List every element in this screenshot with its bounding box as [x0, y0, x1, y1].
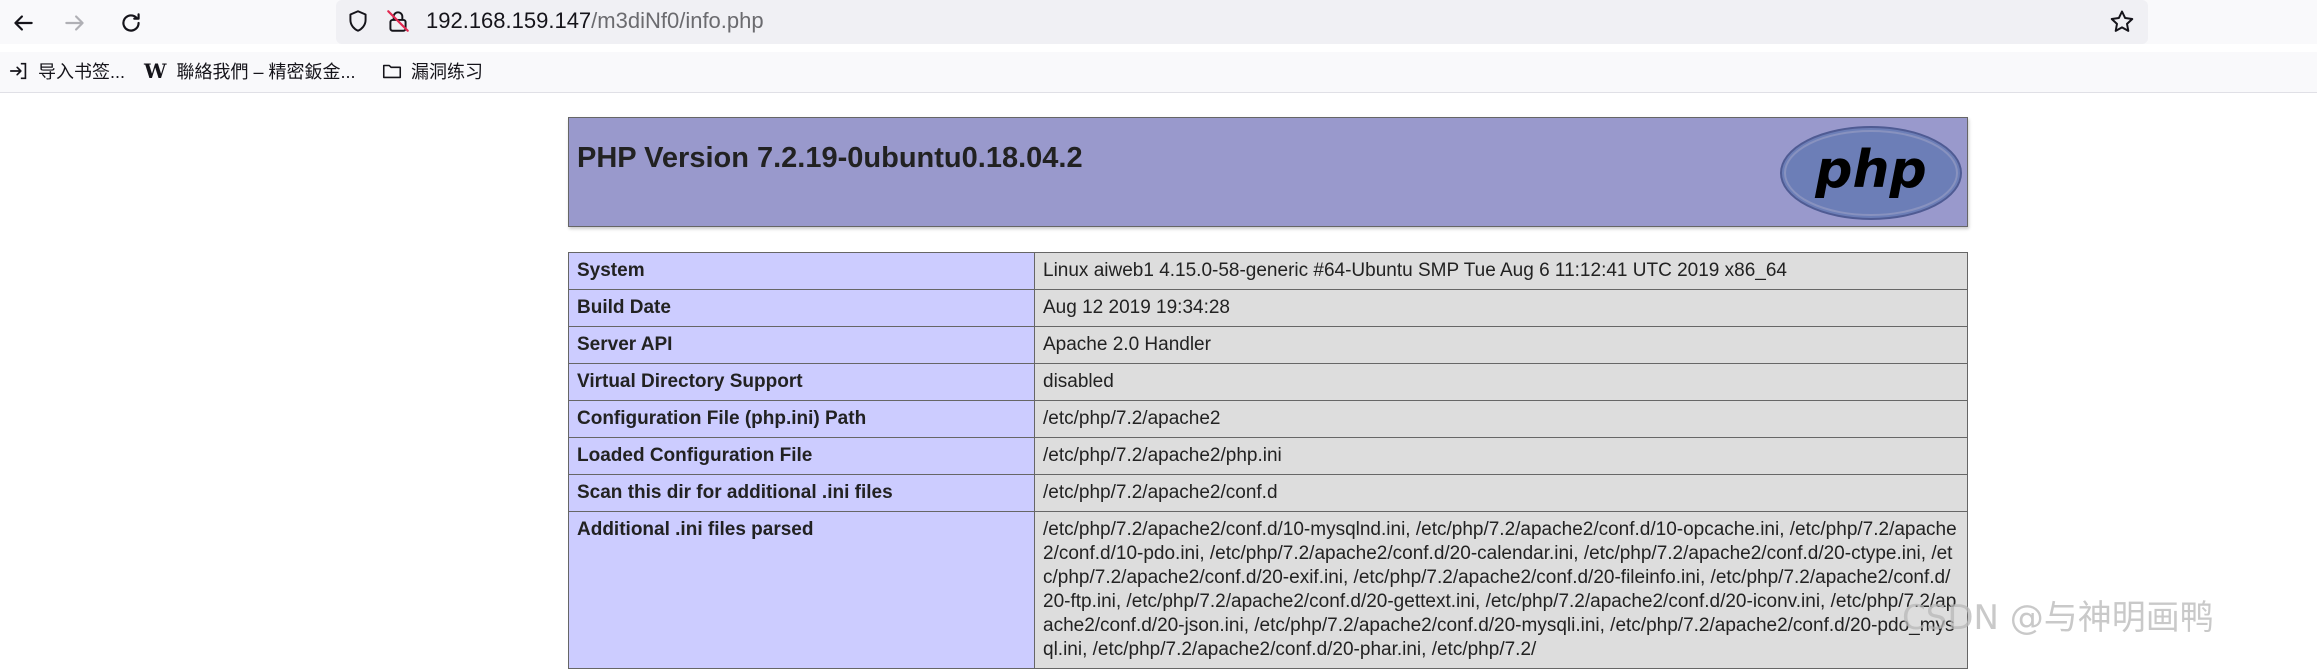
table-row: System Linux aiweb1 4.15.0-58-generic #6…: [568, 252, 1968, 290]
url-text[interactable]: 192.168.159.147/m3diNf0/info.php: [426, 7, 764, 35]
row-key: Loaded Configuration File: [568, 437, 1035, 475]
table-row: Scan this dir for additional .ini files …: [568, 474, 1968, 512]
reload-button[interactable]: [114, 6, 148, 40]
url-path: /m3diNf0/info.php: [591, 8, 764, 33]
row-key: System: [568, 252, 1035, 290]
bookmark-folder-vuln[interactable]: 漏洞练习: [381, 52, 483, 90]
php-version-header: PHP Version 7.2.19-0ubuntu0.18.04.2 php: [568, 117, 1968, 227]
row-key: Configuration File (php.ini) Path: [568, 400, 1035, 438]
php-logo[interactable]: php: [1778, 124, 1964, 222]
row-value: Aug 12 2019 19:34:28: [1034, 289, 1968, 327]
reload-icon: [122, 13, 140, 32]
table-row: Build Date Aug 12 2019 19:34:28: [568, 289, 1968, 327]
row-value: Apache 2.0 Handler: [1034, 326, 1968, 364]
browser-toolbar: 192.168.159.147/m3diNf0/info.php: [0, 0, 2317, 44]
back-button[interactable]: [6, 6, 40, 40]
arrow-left-icon: [14, 15, 33, 31]
bookmark-contact[interactable]: W 聯絡我們 – 精密鈑金...: [144, 52, 355, 90]
row-value: /etc/php/7.2/apache2: [1034, 400, 1968, 438]
csdn-watermark: CSDN @与神明画鸭: [1902, 598, 2214, 638]
shield-icon[interactable]: [345, 8, 371, 34]
row-key: Virtual Directory Support: [568, 363, 1035, 401]
row-key: Server API: [568, 326, 1035, 364]
table-row: Additional .ini files parsed /etc/php/7.…: [568, 511, 1968, 669]
bookmark-import[interactable]: 导入书签...: [8, 52, 125, 90]
table-row: Server API Apache 2.0 Handler: [568, 326, 1968, 364]
row-key: Build Date: [568, 289, 1035, 327]
row-value: disabled: [1034, 363, 1968, 401]
row-key: Scan this dir for additional .ini files: [568, 474, 1035, 512]
row-key: Additional .ini files parsed: [568, 511, 1035, 669]
table-row: Configuration File (php.ini) Path /etc/p…: [568, 400, 1968, 438]
url-host: 192.168.159.147: [426, 8, 592, 33]
row-value: Linux aiweb1 4.15.0-58-generic #64-Ubunt…: [1034, 252, 1968, 290]
w-logo-icon: W: [144, 59, 167, 83]
bookmark-label: 聯絡我們 – 精密鈑金...: [176, 62, 356, 82]
row-value: /etc/php/7.2/apache2/php.ini: [1034, 437, 1968, 475]
import-icon: [9, 62, 27, 80]
table-row: Virtual Directory Support disabled: [568, 363, 1968, 401]
table-row: Loaded Configuration File /etc/php/7.2/a…: [568, 437, 1968, 475]
row-value: /etc/php/7.2/apache2/conf.d/10-mysqlnd.i…: [1034, 511, 1968, 669]
bookmark-label: 导入书签...: [38, 62, 126, 82]
forward-button[interactable]: [58, 6, 92, 40]
php-info-table: System Linux aiweb1 4.15.0-58-generic #6…: [568, 252, 1968, 669]
bookmark-star-icon[interactable]: [2108, 8, 2136, 36]
bookmark-label: 漏洞练习: [411, 62, 483, 82]
folder-icon: [382, 64, 402, 79]
php-logo-text: php: [1814, 140, 1926, 200]
page-title: PHP Version 7.2.19-0ubuntu0.18.04.2: [577, 142, 1083, 174]
row-value: /etc/php/7.2/apache2/conf.d: [1034, 474, 1968, 512]
insecure-lock-icon[interactable]: [385, 8, 411, 34]
bookmarks-bar: 导入书签... W 聯絡我們 – 精密鈑金... 漏洞练习: [0, 52, 2317, 93]
arrow-right-icon: [65, 15, 84, 31]
